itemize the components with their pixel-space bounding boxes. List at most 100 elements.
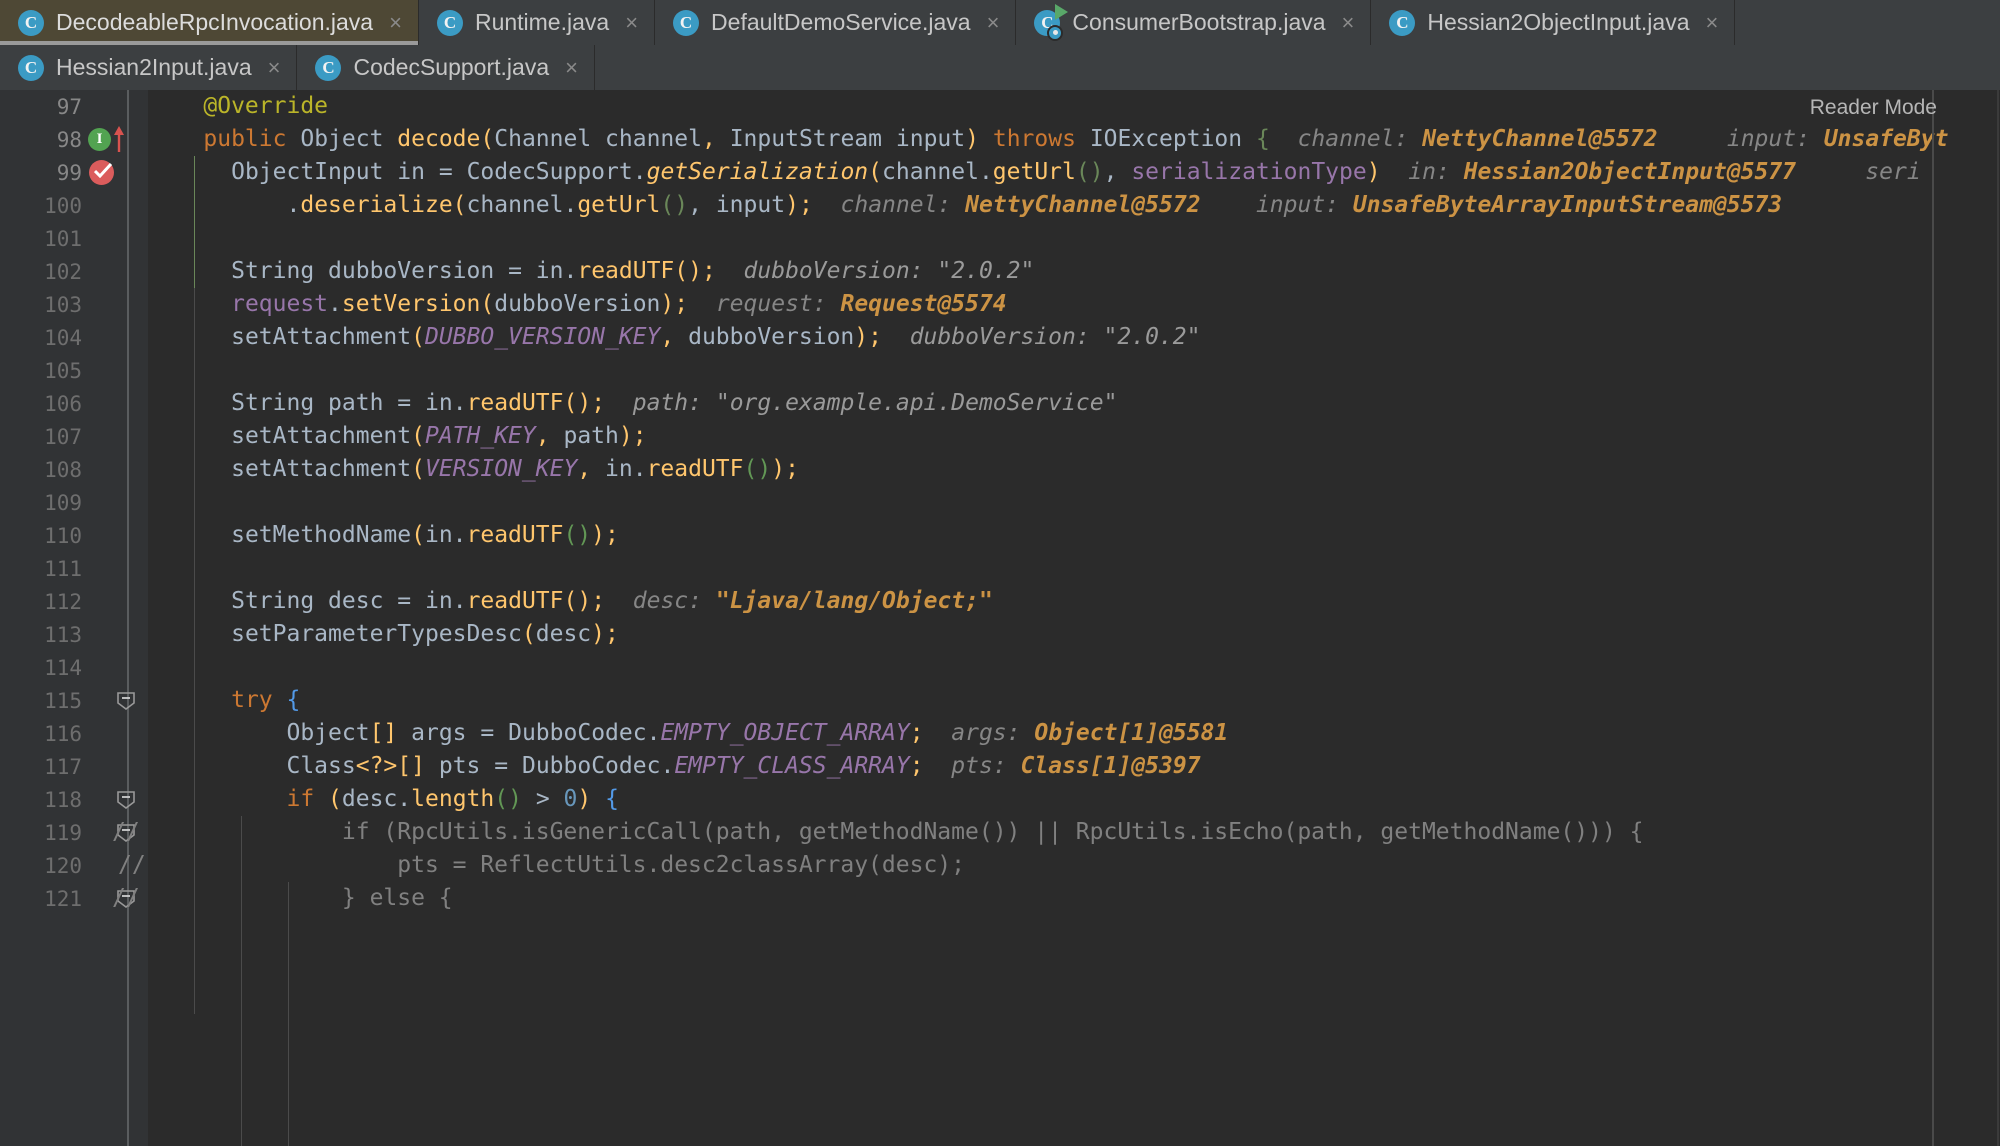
tab-label: Hessian2ObjectInput.java xyxy=(1427,9,1690,35)
gutter-icons[interactable] xyxy=(86,684,144,717)
code-line[interactable]: String path = in.readUTF(); path: "org.e… xyxy=(148,387,2000,420)
code-editor[interactable]: 97 98 I 99 100 101 102 103 104 105 106 1… xyxy=(0,90,2000,1146)
run-arrow-icon xyxy=(1055,3,1069,20)
gutter-icons[interactable] xyxy=(86,783,144,816)
override-arrow-icon xyxy=(114,126,124,152)
tab-codec-support[interactable]: C CodecSupport.java × xyxy=(297,45,595,90)
code-line[interactable]: Class<?>[] pts = DubboCodec.EMPTY_CLASS_… xyxy=(148,750,2000,783)
code-line[interactable]: if (desc.length() > 0) { xyxy=(148,783,2000,816)
code-line[interactable] xyxy=(148,651,2000,684)
code-line[interactable]: .deserialize(channel.getUrl(), input); c… xyxy=(148,189,2000,222)
code-line[interactable]: String desc = in.readUTF(); desc: "Ljava… xyxy=(148,585,2000,618)
java-class-icon: C xyxy=(18,54,44,81)
editor-scrollbar-track[interactable] xyxy=(1997,90,1999,1146)
indent-guide xyxy=(288,882,289,1146)
java-class-icon: C xyxy=(436,9,463,36)
line-number: 117 xyxy=(44,754,82,779)
code-line[interactable]: @Override xyxy=(148,90,2000,123)
editor-gutter[interactable]: 97 98 I 99 100 101 102 103 104 105 106 1… xyxy=(0,90,148,1146)
code-fold-icon[interactable] xyxy=(116,790,136,810)
code-line[interactable] xyxy=(148,552,2000,585)
code-line-comment[interactable]: pts = ReflectUtils.desc2classArray(desc)… xyxy=(148,849,2000,882)
code-line[interactable] xyxy=(148,486,2000,519)
code-line-comment[interactable]: } else { xyxy=(148,882,2000,915)
close-icon[interactable]: × xyxy=(389,11,402,34)
breakpoint-verified-check-icon xyxy=(94,163,112,178)
line-number: 116 xyxy=(44,721,82,746)
main-method-icon xyxy=(1047,24,1064,41)
reader-mode-label[interactable]: Reader Mode xyxy=(1810,96,1937,120)
tab-label: Runtime.java xyxy=(474,9,610,35)
code-line[interactable]: public Object decode(Channel channel, In… xyxy=(148,123,2000,156)
code-line[interactable]: setAttachment(DUBBO_VERSION_KEY, dubboVe… xyxy=(148,321,2000,354)
comment-prefix: // xyxy=(112,819,140,845)
close-icon[interactable]: × xyxy=(1342,11,1355,34)
gutter-icons[interactable]: I xyxy=(86,123,144,156)
code-line[interactable]: setAttachment(VERSION_KEY, in.readUTF())… xyxy=(148,453,2000,486)
code-line-execution[interactable]: ObjectInput in = CodecSupport.getSeriali… xyxy=(148,156,2000,189)
code-line[interactable]: String dubboVersion = in.readUTF(); dubb… xyxy=(148,255,2000,288)
line-number: 108 xyxy=(44,457,82,482)
tab-row-1: C DecodeableRpcInvocation.java × C Runti… xyxy=(0,0,2000,45)
line-number: 121 xyxy=(44,886,82,911)
gutter-icons[interactable] xyxy=(86,156,144,189)
line-number: 114 xyxy=(44,655,82,680)
java-class-icon: C xyxy=(18,9,44,36)
line-number: 111 xyxy=(44,556,82,581)
code-line[interactable] xyxy=(148,222,2000,255)
line-number: 110 xyxy=(44,523,82,548)
tab-label: Hessian2Input.java xyxy=(56,54,252,80)
code-line[interactable] xyxy=(148,354,2000,387)
code-line[interactable]: setParameterTypesDesc(desc); xyxy=(148,618,2000,651)
breakpoint-icon[interactable] xyxy=(89,160,114,185)
tab-default-demo-service[interactable]: C DefaultDemoService.java × xyxy=(655,0,1017,45)
code-line[interactable]: setAttachment(PATH_KEY, path); xyxy=(148,420,2000,453)
tab-decodeable-rpc-invocation[interactable]: C DecodeableRpcInvocation.java × xyxy=(0,0,419,45)
java-class-icon: C xyxy=(673,9,700,36)
java-class-icon: C xyxy=(1389,9,1416,36)
code-line[interactable]: request.setVersion(dubboVersion); reques… xyxy=(148,288,2000,321)
java-runnable-class-icon: C xyxy=(1034,3,1069,41)
line-number: 103 xyxy=(44,292,82,317)
line-number: 107 xyxy=(44,424,82,449)
line-number: 109 xyxy=(44,490,82,515)
comment-prefix: // xyxy=(118,852,146,878)
line-number: 99 xyxy=(56,160,82,185)
tab-hessian2-object-input[interactable]: C Hessian2ObjectInput.java × xyxy=(1371,0,1736,45)
line-number: 120 xyxy=(44,853,82,878)
tab-consumer-bootstrap[interactable]: C ConsumerBootstrap.java × xyxy=(1016,0,1372,45)
close-icon[interactable]: × xyxy=(565,56,578,79)
line-number: 118 xyxy=(44,787,82,812)
line-number: 119 xyxy=(44,820,82,845)
code-content[interactable]: @Override public Object decode(Channel c… xyxy=(148,90,2000,1146)
close-icon[interactable]: × xyxy=(1706,11,1719,34)
line-number: 106 xyxy=(44,391,82,416)
code-line[interactable]: try { xyxy=(148,684,2000,717)
line-number: 97 xyxy=(56,94,82,119)
comment-prefix: // xyxy=(112,885,140,911)
implementing-method-icon[interactable]: I xyxy=(88,128,111,151)
code-line[interactable]: setMethodName(in.readUTF()); xyxy=(148,519,2000,552)
tab-runtime[interactable]: C Runtime.java × xyxy=(418,0,656,45)
tab-row-2: C Hessian2Input.java × C CodecSupport.ja… xyxy=(0,45,2000,90)
line-number: 112 xyxy=(44,589,82,614)
line-number: 104 xyxy=(44,325,82,350)
line-number: 101 xyxy=(44,226,82,251)
tab-label: ConsumerBootstrap.java xyxy=(1072,9,1326,35)
tab-row-filler xyxy=(1735,0,2000,45)
tab-row-filler xyxy=(594,45,2000,90)
code-line[interactable]: Object[] args = DubboCodec.EMPTY_OBJECT_… xyxy=(148,717,2000,750)
tab-hessian2-input[interactable]: C Hessian2Input.java × xyxy=(0,45,298,90)
code-line-comment[interactable]: if (RpcUtils.isGenericCall(path, getMeth… xyxy=(148,816,2000,849)
close-icon[interactable]: × xyxy=(987,11,1000,34)
tab-label: DefaultDemoService.java xyxy=(711,9,971,35)
code-fold-icon[interactable] xyxy=(116,691,136,711)
close-icon[interactable]: × xyxy=(268,56,281,79)
java-class-icon: C xyxy=(315,54,342,81)
line-number: 113 xyxy=(44,622,82,647)
line-number: 115 xyxy=(44,688,82,713)
tab-label: DecodeableRpcInvocation.java xyxy=(56,9,374,35)
tab-label: CodecSupport.java xyxy=(353,54,550,80)
close-icon[interactable]: × xyxy=(625,11,638,34)
line-number: 105 xyxy=(44,358,82,383)
